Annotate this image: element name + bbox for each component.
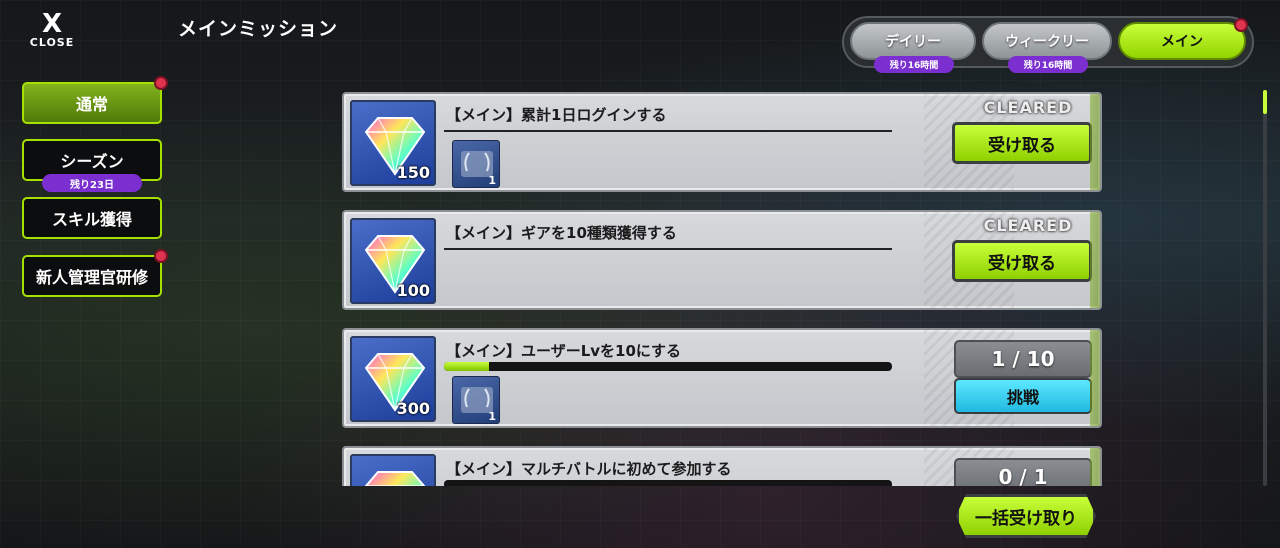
reward-count: 1 [488,410,496,423]
tab-weekly-time-badge: 残り16時間 [1008,56,1088,73]
reward-count: 1 [488,174,496,187]
mission-scrollbar[interactable] [1263,90,1267,486]
close-label: CLOSE [29,36,75,49]
sidebar-item-label: 新人管理官研修 [35,268,148,287]
page-title: メインミッション [178,18,339,40]
sidebar-item-training[interactable]: 新人管理官研修 [22,255,162,297]
mission-divider [444,248,892,250]
reward-gem-item[interactable] [350,454,436,486]
receive-button[interactable]: 受け取る [952,240,1092,282]
sidebar-item-skill[interactable]: スキル獲得 [22,197,162,239]
close-button[interactable]: X CLOSE [20,9,84,52]
mission-tabs: デイリー ウィークリー メイン 残り16時間 残り16時間 [842,16,1254,73]
bulk-receive-button[interactable]: 一括受け取り [956,494,1096,538]
mission-description: 【メイン】ユーザーLvを10にする [446,342,682,360]
receive-button[interactable]: 受け取る [952,122,1092,164]
progress-fill [444,362,489,371]
sidebar-normal-notification-dot [154,76,168,90]
reward-badge-item[interactable]: 1 [452,376,500,424]
tab-daily[interactable]: デイリー [850,22,976,60]
challenge-button[interactable]: 挑戦 [954,378,1092,414]
reward-gem-item[interactable]: 100 [350,218,436,304]
mission-description: 【メイン】ギアを10種類獲得する [446,224,677,242]
tab-main-notification-dot [1234,18,1248,32]
reward-amount: 300 [396,399,430,418]
progress-counter: 0 / 1 [954,458,1092,486]
mission-description: 【メイン】マルチバトルに初めて参加する [446,460,732,478]
reward-gem-item[interactable]: 150 [350,100,436,186]
mission-description: 【メイン】累計1日ログインする [446,106,667,124]
reward-badge-item[interactable]: 1 [452,140,500,188]
scroll-thumb[interactable] [1263,90,1267,114]
reward-amount: 150 [396,163,430,182]
cleared-label: CLEARED [983,98,1073,117]
tab-daily-time-badge: 残り16時間 [874,56,954,73]
tab-weekly-label: ウィークリー [1005,34,1089,50]
rainbow-gem-icon [364,471,426,486]
sidebar-training-notification-dot [154,249,168,263]
mission-divider [444,130,892,132]
sidebar-item-label: シーズン [60,152,124,171]
sidebar-item-label: スキル獲得 [51,210,132,229]
tab-main[interactable]: メイン [1118,22,1246,60]
season-remaining-badge: 残り23日 [42,174,142,192]
mission-progress-bar [444,480,892,486]
close-x-icon: X [41,9,63,39]
cleared-label: CLEARED [983,216,1073,235]
mission-card: 300 【メイン】ユーザーLvを10にする 1 1 / 10 挑戦 [342,328,1102,428]
sidebar-item-normal[interactable]: 通常 [22,82,162,124]
reward-gem-item[interactable]: 300 [350,336,436,422]
reward-amount: 100 [396,281,430,300]
mission-progress-bar [444,362,892,371]
mission-card: 100 【メイン】ギアを10種類獲得する CLEARED 受け取る [342,210,1102,310]
progress-counter: 1 / 10 [954,340,1092,378]
mission-card: 150 【メイン】累計1日ログインする 1 CLEARED 受け取る [342,92,1102,192]
mission-list[interactable]: 150 【メイン】累計1日ログインする 1 CLEARED 受け取る 100 【… [340,90,1104,486]
tab-daily-label: デイリー [885,34,941,50]
sidebar-item-label: 通常 [75,95,108,114]
tab-weekly[interactable]: ウィークリー [982,22,1112,60]
tab-main-label: メイン [1161,34,1203,50]
mission-card: 【メイン】マルチバトルに初めて参加する 0 / 1 [342,446,1102,486]
